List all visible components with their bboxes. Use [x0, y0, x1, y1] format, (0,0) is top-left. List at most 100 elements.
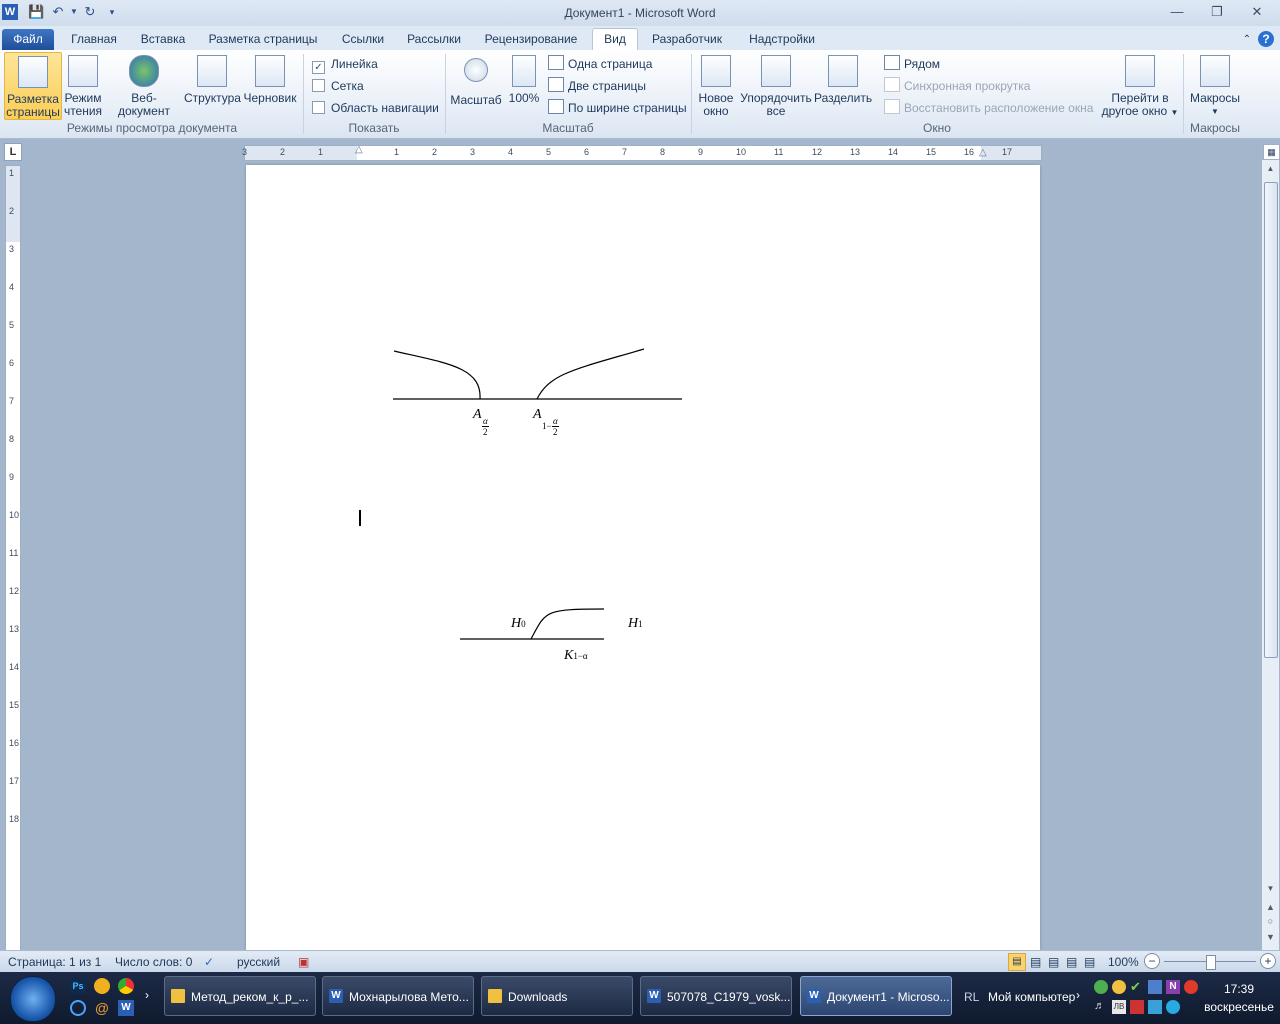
taskbar-item[interactable]: W Мохнарылова Мето...	[322, 976, 474, 1016]
web-view-icon[interactable]: ▤	[1048, 955, 1059, 969]
tab-references[interactable]: Ссылки	[334, 29, 392, 50]
macro-record-icon[interactable]: ▣	[298, 955, 309, 969]
label-a-right: A	[533, 407, 542, 422]
indent-marker-icon[interactable]: △	[355, 144, 363, 160]
navigation-pane-checkbox[interactable]: Область навигации	[312, 99, 439, 117]
switch-windows-button[interactable]: Перейти в другое окно ▼	[1100, 52, 1180, 118]
tab-addins[interactable]: Надстройки	[740, 29, 824, 50]
skype-icon[interactable]	[1166, 1000, 1180, 1014]
vertical-ruler[interactable]: 1 2 3 4 5 6 7 8 9 10 11 12 13 14 15 16 17 18	[5, 165, 21, 952]
right-curve	[536, 348, 645, 400]
tray-check-icon[interactable]: ✔	[1130, 980, 1144, 994]
tab-stop-selector[interactable]: L	[4, 143, 22, 161]
speaker-icon[interactable]: ♬	[1094, 1000, 1108, 1014]
split-button[interactable]: Разделить	[814, 52, 872, 118]
browser-icon[interactable]	[70, 1000, 86, 1016]
label-h1: H1	[628, 616, 643, 631]
print-layout-view-icon[interactable]: ▤	[1008, 953, 1026, 971]
toolbar-chevron-icon[interactable]: ›	[1076, 988, 1080, 1002]
draft-view-icon[interactable]: ▤	[1084, 955, 1095, 969]
browse-object-icon[interactable]: ○	[1264, 916, 1277, 930]
reset-window-position-button[interactable]: Восстановить расположение окна	[884, 99, 1093, 117]
tray-app-icon[interactable]	[1112, 980, 1126, 994]
ruler-checkbox[interactable]: ✓ Линейка	[312, 55, 378, 74]
start-button[interactable]	[10, 976, 56, 1022]
help-icon[interactable]: ?	[1258, 31, 1274, 47]
app-icon[interactable]	[94, 978, 110, 994]
label-h0: H0	[511, 616, 526, 631]
word-quicklaunch-icon[interactable]: W	[118, 1000, 134, 1016]
zoom-in-icon[interactable]: +	[1260, 953, 1276, 969]
next-page-icon[interactable]: ▼	[1264, 932, 1277, 946]
ruler-tick-label: 15	[926, 147, 937, 157]
tab-mailings[interactable]: Рассылки	[400, 29, 468, 50]
web-layout-button[interactable]: Веб-документ	[106, 52, 182, 118]
taskbar-item[interactable]: Метод_реком_к_р_...	[164, 976, 316, 1016]
photoshop-icon[interactable]: Ps	[70, 978, 86, 994]
page-count[interactable]: Страница: 1 из 1	[8, 955, 101, 969]
zoom-out-icon[interactable]: −	[1144, 953, 1160, 969]
macros-group-label: Макросы	[1189, 121, 1241, 135]
print-layout-button[interactable]: Разметка страницы	[4, 52, 62, 120]
tab-view[interactable]: Вид	[592, 28, 638, 51]
zoom-100-button[interactable]: 100%	[506, 52, 542, 118]
tab-file[interactable]: Файл	[2, 29, 54, 50]
reading-view-icon[interactable]: ▤	[1030, 955, 1041, 969]
new-window-button[interactable]: Новое окно	[696, 52, 736, 118]
taskbar-item-active[interactable]: W Документ1 - Microso...	[800, 976, 952, 1016]
zoom-level[interactable]: 100%	[1108, 955, 1139, 969]
chrome-icon[interactable]	[118, 978, 134, 994]
tab-review[interactable]: Рецензирование	[476, 29, 586, 50]
one-page-button[interactable]: Одна страница	[548, 55, 652, 73]
outline-view-icon[interactable]: ▤	[1066, 955, 1077, 969]
scroll-up-icon[interactable]: ▲	[1264, 164, 1277, 178]
minimize-ribbon-icon[interactable]: ⌃	[1240, 29, 1254, 50]
tab-page-layout[interactable]: Разметка страницы	[202, 29, 324, 50]
tray-app-icon[interactable]: ЛВ	[1112, 1000, 1126, 1014]
outline-button[interactable]: Структура	[184, 52, 241, 118]
right-indent-marker-icon[interactable]: △	[979, 147, 987, 159]
clock-time[interactable]: 17:39	[1206, 982, 1272, 996]
previous-page-icon[interactable]: ▲	[1264, 902, 1277, 916]
minimize-icon[interactable]: —	[1164, 2, 1190, 22]
shield-icon[interactable]	[1130, 1000, 1144, 1014]
scroll-thumb[interactable]	[1264, 182, 1278, 658]
taskbar-item[interactable]: W 507078_C1979_vosk...	[640, 976, 792, 1016]
zoom-slider-thumb[interactable]	[1206, 955, 1216, 970]
macros-button[interactable]: Макросы ▼	[1188, 52, 1242, 118]
my-computer-toolbar[interactable]: Мой компьютер	[988, 990, 1075, 1004]
onenote-icon[interactable]: N	[1166, 980, 1180, 994]
network-icon[interactable]	[1148, 1000, 1162, 1014]
reading-mode-button[interactable]: Режим чтения	[62, 52, 104, 118]
language-indicator[interactable]: русский	[237, 955, 280, 969]
tab-developer[interactable]: Разработчик	[644, 29, 730, 50]
word-icon: W	[807, 989, 821, 1003]
close-icon[interactable]: ✕	[1244, 2, 1270, 22]
vertical-scrollbar[interactable]: ▦ ▲ ▼ ▲ ○ ▼	[1262, 144, 1280, 950]
view-ruler-icon[interactable]: ▦	[1263, 144, 1280, 160]
tray-app-icon[interactable]	[1094, 980, 1108, 994]
language-tray[interactable]: RL	[964, 990, 979, 1004]
document-page[interactable]: A α 2 A 1− α 2 H0 H1 K1−α	[246, 165, 1040, 950]
chevron-right-icon[interactable]: ›	[145, 988, 149, 1002]
tab-home[interactable]: Главная	[62, 29, 126, 50]
tray-app-icon[interactable]	[1148, 980, 1162, 994]
two-pages-button[interactable]: Две страницы	[548, 77, 646, 95]
horizontal-ruler[interactable]: △ △ 3 2 1 1 2 3 4 5 6 7 8 9 10 11 12 13 14 15 16 17	[242, 144, 1042, 161]
word-count[interactable]: Число слов: 0	[115, 955, 192, 969]
draft-button[interactable]: Черновик	[242, 52, 298, 118]
proofing-icon[interactable]: ✓	[204, 955, 214, 969]
taskbar-item[interactable]: Downloads	[481, 976, 633, 1016]
clock-day[interactable]: воскресенье	[1200, 1000, 1278, 1014]
restore-icon[interactable]: ❐	[1204, 2, 1230, 22]
tray-app-icon[interactable]	[1184, 980, 1198, 994]
arrange-all-button[interactable]: Упорядочить все	[740, 52, 812, 118]
scroll-down-icon[interactable]: ▼	[1264, 884, 1277, 898]
zoom-button[interactable]: Масштаб	[450, 52, 502, 118]
page-width-button[interactable]: По ширине страницы	[548, 99, 687, 117]
sync-scroll-button[interactable]: Синхронная прокрутка	[884, 77, 1030, 95]
gridlines-checkbox[interactable]: Сетка	[312, 77, 364, 95]
mail-icon[interactable]: @	[94, 1000, 110, 1016]
tab-insert[interactable]: Вставка	[132, 29, 194, 50]
side-by-side-button[interactable]: Рядом	[884, 55, 940, 73]
